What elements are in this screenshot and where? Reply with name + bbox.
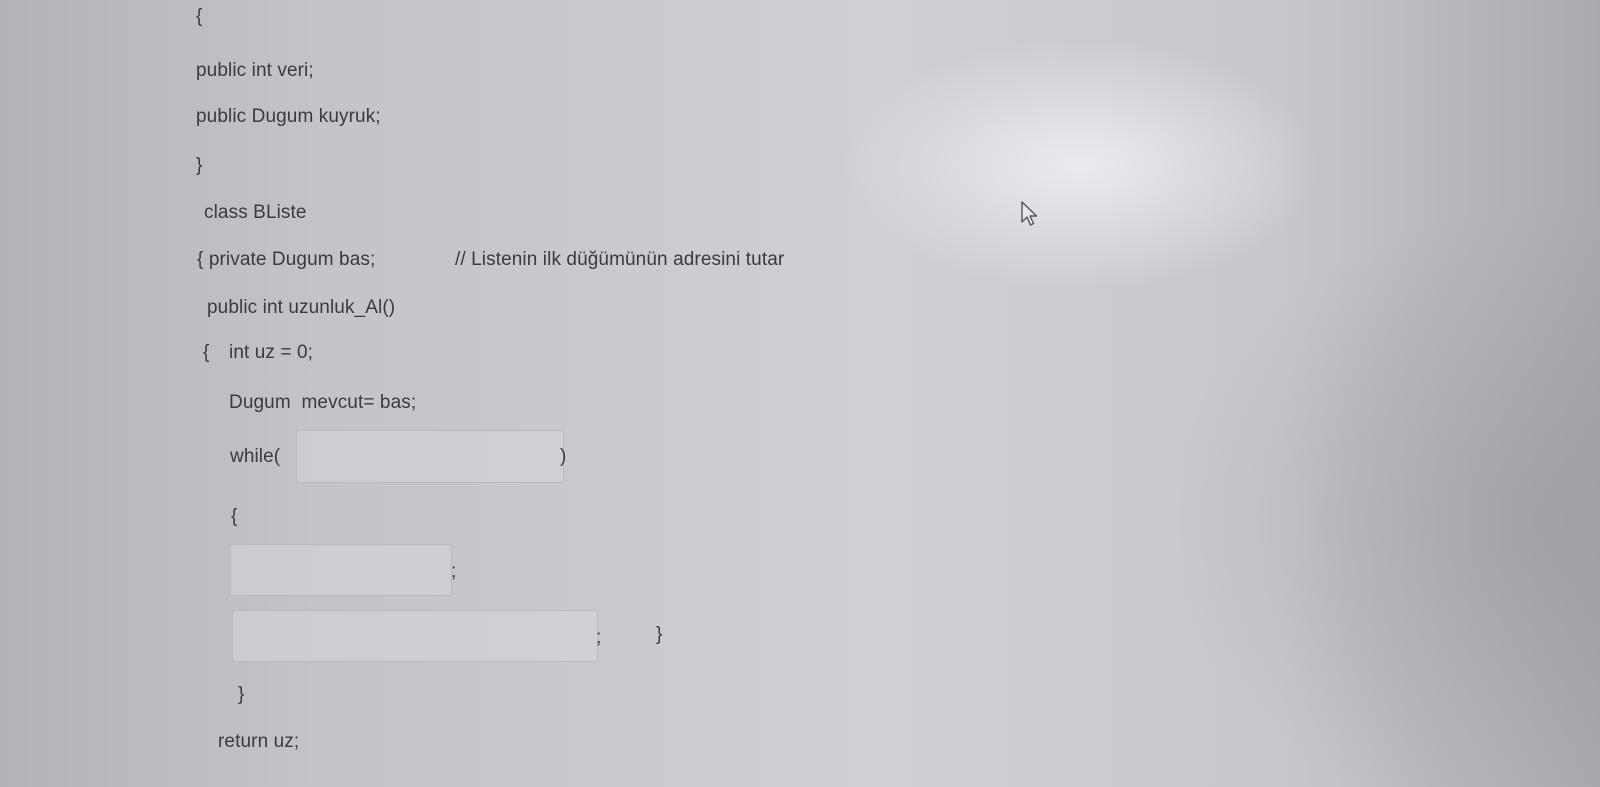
open-brace: {: [196, 6, 203, 27]
statement-1-input[interactable]: [230, 544, 452, 596]
loop-open-brace: {: [231, 506, 238, 527]
method-signature: public int uzunluk_Al(): [207, 297, 396, 318]
close-brace: }: [196, 155, 203, 176]
while-close-brace: }: [238, 684, 245, 705]
private-declaration: { private Dugum bas;: [197, 249, 376, 270]
while-condition-input[interactable]: [296, 430, 564, 483]
return-statement: return uz;: [218, 731, 300, 752]
statement-2-semicolon: ;: [596, 627, 602, 648]
mouse-pointer-icon: [1020, 200, 1038, 233]
statement-2-input[interactable]: [232, 610, 598, 662]
class-declaration: class BListe: [204, 202, 307, 223]
field-veri: public int veri;: [196, 60, 314, 81]
method-open-brace: {: [203, 342, 210, 363]
mevcut-declaration: Dugum mevcut= bas;: [229, 392, 417, 413]
code-comment: // Listenin ilk düğümünün adresini tutar: [455, 249, 785, 270]
while-keyword: while(: [230, 446, 281, 467]
field-kuyruk: public Dugum kuyruk;: [196, 106, 381, 127]
statement-1-semicolon: ;: [451, 561, 457, 582]
uz-declaration: int uz = 0;: [229, 342, 314, 363]
while-close-paren: ): [560, 446, 567, 467]
loop-close-brace: }: [656, 624, 663, 645]
